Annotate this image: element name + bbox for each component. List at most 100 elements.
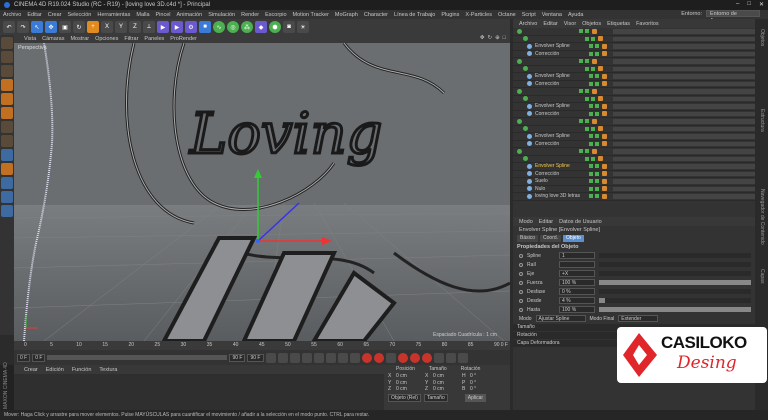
min-frame[interactable]: 0 F (32, 353, 46, 362)
live-select-icon[interactable]: ↖ (31, 21, 43, 33)
attribute-tab[interactable]: Coord. (540, 235, 562, 242)
viewport-menu-item[interactable]: Filtrar (124, 36, 138, 42)
visibility-icon[interactable] (579, 149, 583, 154)
enabled-icon[interactable] (591, 36, 595, 41)
enabled-icon[interactable] (595, 186, 599, 191)
menu-item[interactable]: Render (241, 12, 259, 18)
move-icon[interactable]: ✥ (45, 21, 57, 33)
object-row[interactable] (513, 148, 755, 156)
coord-pos[interactable]: 0 cm (396, 373, 422, 379)
menu-item[interactable]: Plugins (441, 12, 459, 18)
tag-icon[interactable] (602, 73, 607, 79)
z-axis-icon[interactable]: Z (129, 21, 141, 33)
redo-icon[interactable]: ↷ (17, 21, 29, 33)
animate-icon[interactable] (519, 307, 523, 312)
material-menu-item[interactable]: Función (72, 367, 92, 373)
edges-mode-icon[interactable] (1, 93, 13, 105)
material-menu-item[interactable]: Crear (24, 367, 38, 373)
visibility-icon[interactable] (589, 179, 593, 184)
tag-icon[interactable] (592, 28, 597, 34)
coord-size-select[interactable]: Tamaño (423, 393, 448, 402)
visibility-icon[interactable] (579, 119, 583, 124)
menu-item[interactable]: Character (364, 12, 388, 18)
visibility-icon[interactable] (579, 29, 583, 34)
viewport-menu-item[interactable]: Cámaras (42, 36, 64, 42)
visibility-icon[interactable] (589, 51, 593, 56)
menu-item[interactable]: X-Particles (465, 12, 492, 18)
menu-item[interactable]: Escorpio (265, 12, 286, 18)
menu-item[interactable]: Octane (498, 12, 516, 18)
visibility-icon[interactable] (589, 186, 593, 191)
rotate-icon[interactable]: ↻ (73, 21, 85, 33)
attribute-value[interactable] (559, 261, 595, 268)
object-row[interactable]: Envolver Spline (513, 163, 755, 171)
visibility-icon[interactable] (585, 96, 589, 101)
enabled-icon[interactable] (595, 44, 599, 49)
tag-icon[interactable] (602, 171, 607, 177)
tag-icon[interactable] (602, 163, 607, 169)
scale-key-icon[interactable] (409, 352, 420, 363)
snap-icon[interactable] (1, 149, 13, 161)
viewport[interactable]: Loving (14, 43, 510, 341)
viewport-menu-item[interactable]: Vista (24, 36, 36, 42)
axis-mode-icon[interactable] (1, 121, 13, 133)
coord-size[interactable]: 0 cm (433, 380, 459, 386)
attribute-value[interactable]: 0 % (559, 288, 595, 295)
visibility-icon[interactable] (579, 59, 583, 64)
keyframe-selection-icon[interactable] (385, 352, 396, 363)
object-row[interactable]: Nulo (513, 186, 755, 193)
viewport-menu-item[interactable]: Mostrar (70, 36, 89, 42)
enabled-icon[interactable] (595, 164, 599, 169)
orbit-icon[interactable]: ↻ (487, 35, 492, 41)
enabled-icon[interactable] (585, 119, 589, 124)
y-axis-icon[interactable]: Y (115, 21, 127, 33)
pan-icon[interactable]: ✥ (480, 35, 485, 41)
object-menu-item[interactable]: Etiquetas (607, 21, 630, 27)
model-mode-icon[interactable] (1, 37, 13, 49)
sculpt-icon[interactable] (1, 163, 13, 175)
attribute-tab[interactable]: Básico (517, 235, 539, 242)
enabled-icon[interactable] (595, 134, 599, 139)
menu-item[interactable]: Selección (67, 12, 91, 18)
enabled-icon[interactable] (595, 81, 599, 86)
attribute-slider[interactable] (599, 253, 751, 258)
polygons-mode-icon[interactable] (1, 107, 13, 119)
light-icon[interactable]: ☀ (297, 21, 309, 33)
animate-icon[interactable] (519, 253, 523, 258)
final-mode-select[interactable]: Extender (618, 315, 659, 322)
object-row[interactable] (513, 118, 755, 126)
object-row[interactable]: loving love 3D letras (513, 193, 755, 201)
object-row[interactable]: Corrección (513, 51, 755, 58)
coord-system-icon[interactable]: ⟂ (143, 21, 155, 33)
visibility-icon[interactable] (589, 134, 593, 139)
attribute-menu-item[interactable]: Editar (539, 219, 553, 225)
enabled-icon[interactable] (595, 51, 599, 56)
x-axis-icon[interactable]: X (101, 21, 113, 33)
enabled-icon[interactable] (585, 29, 589, 34)
object-row[interactable] (513, 66, 755, 73)
menu-item[interactable]: Crear (48, 12, 62, 18)
coord-pos[interactable]: 0 cm (396, 380, 422, 386)
object-row[interactable]: Envolver Spline (513, 133, 755, 141)
enabled-icon[interactable] (591, 96, 595, 101)
play-icon[interactable] (301, 352, 312, 363)
visibility-icon[interactable] (579, 89, 583, 94)
coord-rot[interactable]: 0 ° (470, 386, 496, 392)
tag-icon[interactable] (602, 81, 607, 87)
array-icon[interactable]: ⁂ (241, 21, 253, 33)
object-menu-item[interactable]: Favoritos (636, 21, 659, 27)
menu-item[interactable]: Malla (136, 12, 149, 18)
prev-frame-icon[interactable] (289, 352, 300, 363)
visibility-icon[interactable] (589, 81, 593, 86)
scene-icon[interactable]: ⬢ (269, 21, 281, 33)
visibility-icon[interactable] (585, 36, 589, 41)
material-menu-item[interactable]: Edición (46, 367, 64, 373)
grid-icon[interactable] (1, 205, 13, 217)
menu-item[interactable]: Editar (27, 12, 41, 18)
coord-size[interactable]: 0 cm (433, 373, 459, 379)
current-frame[interactable]: 0 F (17, 353, 31, 362)
object-row[interactable] (513, 156, 755, 163)
object-menu-item[interactable]: Archivo (519, 21, 537, 27)
enabled-icon[interactable] (595, 141, 599, 146)
visibility-icon[interactable] (589, 74, 593, 79)
